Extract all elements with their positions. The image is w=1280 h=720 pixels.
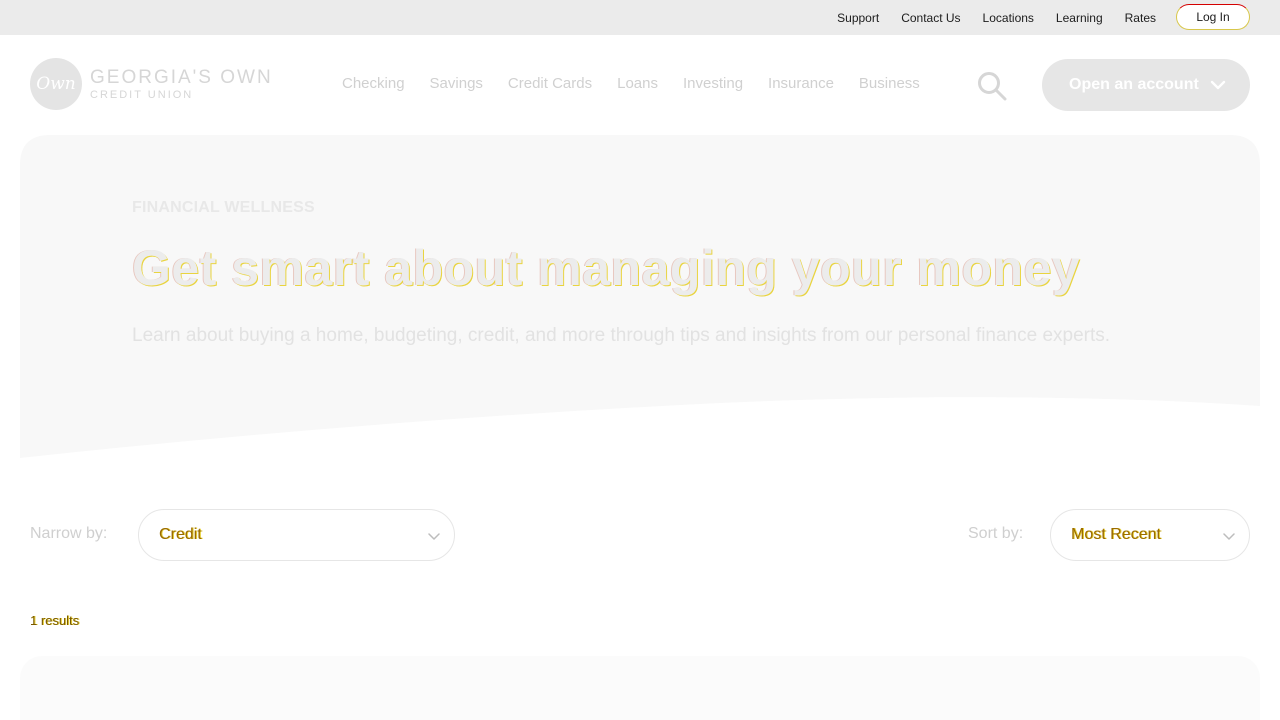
open-account-label: Open an account [1069, 76, 1199, 93]
chevron-down-icon [1210, 80, 1226, 90]
results-count: 1 results [30, 613, 80, 628]
nav-item-business[interactable]: Business [859, 75, 920, 92]
nav-item-insurance[interactable]: Insurance [768, 75, 834, 92]
narrow-by-value: Credit [159, 526, 202, 543]
narrow-by-label: Narrow by: [30, 525, 108, 542]
logo-text: GEORGIA'S OWN CREDIT UNION [90, 68, 273, 101]
sort-by-value: Most Recent [1071, 526, 1161, 543]
chevron-down-icon [428, 533, 440, 540]
nav-item-checking[interactable]: Checking [342, 75, 405, 92]
open-account-button[interactable]: Open an account [1042, 59, 1250, 111]
hero-background [20, 135, 1260, 458]
nav-item-savings[interactable]: Savings [430, 75, 483, 92]
search-icon [978, 72, 1007, 101]
utility-link-contact[interactable]: Contact Us [901, 11, 960, 25]
utility-bar: Support Contact Us Locations Learning Ra… [0, 0, 1280, 35]
hero-subtitle: Learn about buying a home, budgeting, cr… [132, 325, 1111, 346]
nav-item-loans[interactable]: Loans [617, 75, 658, 92]
narrow-by-select[interactable]: Credit [138, 509, 455, 561]
site-header: Own GEORGIA'S OWN CREDIT UNION Checking … [0, 35, 1280, 135]
sort-by-label: Sort by: [968, 525, 1024, 542]
login-button[interactable]: Log In [1176, 4, 1250, 30]
page-title: Get smart about managing your money [132, 240, 1081, 296]
chevron-down-icon [1223, 533, 1235, 540]
main-nav: Checking Savings Credit Cards Loans Inve… [342, 75, 945, 92]
logo-line2: CREDIT UNION [90, 88, 194, 101]
article-card[interactable] [20, 656, 1260, 720]
logo[interactable]: Own GEORGIA'S OWN CREDIT UNION [30, 58, 273, 110]
sort-by-select[interactable]: Most Recent [1050, 509, 1250, 561]
nav-item-investing[interactable]: Investing [683, 75, 743, 92]
hero-eyebrow: FINANCIAL WELLNESS [132, 199, 315, 216]
utility-link-locations[interactable]: Locations [983, 11, 1034, 25]
utility-link-support[interactable]: Support [837, 11, 879, 25]
search-button[interactable] [976, 71, 1008, 101]
utility-link-learning[interactable]: Learning [1056, 11, 1103, 25]
utility-link-rates[interactable]: Rates [1125, 11, 1156, 25]
logo-mark-text: Own [36, 74, 76, 94]
logo-mark: Own [30, 58, 82, 110]
hero: FINANCIAL WELLNESS Get smart about manag… [20, 135, 1260, 460]
nav-item-credit-cards[interactable]: Credit Cards [508, 75, 592, 92]
utility-links: Support Contact Us Locations Learning Ra… [837, 0, 1156, 35]
logo-line1: GEORGIA'S OWN [90, 66, 273, 88]
